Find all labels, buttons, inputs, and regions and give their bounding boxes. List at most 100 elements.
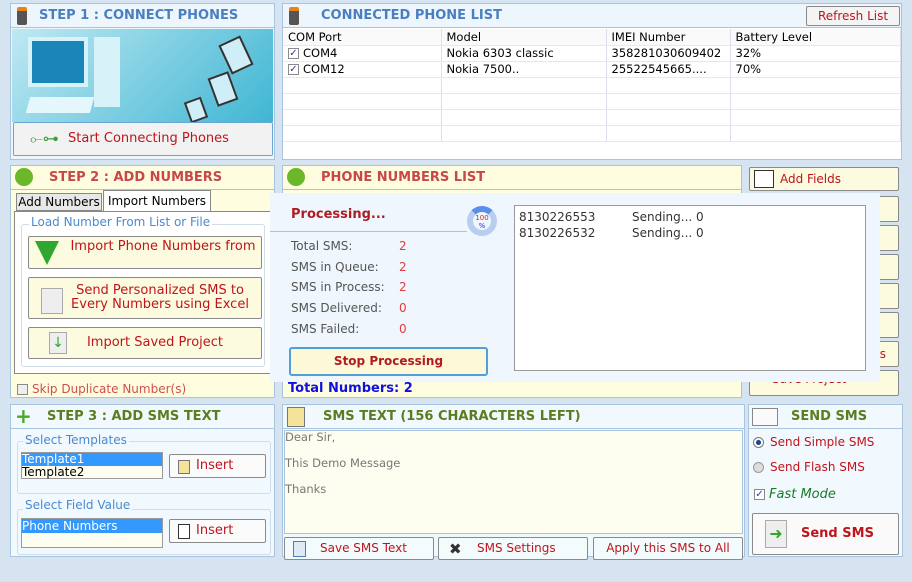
sms-line: Thanks: [285, 482, 327, 496]
templates-list[interactable]: Template1 Template2: [21, 452, 163, 479]
total-sms-value: 2: [399, 239, 407, 253]
skip-duplicate-checkbox[interactable]: Skip Duplicate Number(s): [17, 382, 186, 396]
import-phone-label: Import Phone Numbers from: [70, 239, 256, 254]
tab-add-numbers[interactable]: Add Numbers: [16, 193, 102, 211]
log-row: 8130226532 Sending... 0: [519, 226, 861, 242]
import-saved-project-button[interactable]: ↓ Import Saved Project: [28, 327, 262, 359]
load-number-group-label: Load Number From List or File: [29, 215, 213, 229]
sms-text-title: SMS TEXT (156 CHARACTERS LEFT): [323, 409, 581, 424]
step2-header: STEP 2 : ADD NUMBERS: [11, 166, 274, 190]
step3-title: STEP 3 : ADD SMS TEXT: [47, 409, 221, 424]
start-connecting-button[interactable]: ⟜⊶ Start Connecting Phones: [13, 122, 273, 156]
sms-text-panel: SMS TEXT (156 CHARACTERS LEFT) Dear Sir,…: [282, 404, 745, 560]
row-checkbox[interactable]: ✓: [288, 64, 299, 75]
column-header[interactable]: Battery Level: [730, 29, 901, 46]
fast-mode-checkbox[interactable]: ✓ Fast Mode: [754, 487, 836, 502]
send-simple-radio[interactable]: Send Simple SMS: [753, 435, 874, 449]
save-sms-text-button[interactable]: Save SMS Text: [284, 537, 434, 560]
processing-log[interactable]: 8130226553 Sending... 0 8130226532 Sending…: [514, 205, 866, 371]
connect-illustration: [12, 29, 273, 124]
fast-mode-label: Fast Mode: [769, 487, 836, 502]
log-number: 8130226532: [519, 226, 596, 240]
excel-line2: Every Numbers using Excel: [71, 297, 249, 312]
table-row[interactable]: ✓ COM12 Nokia 7500.. 25522545665.... 70%: [283, 61, 901, 78]
stop-processing-button[interactable]: Stop Processing: [289, 347, 488, 376]
personalized-excel-button[interactable]: Send Personalized SMS to Every Numbers u…: [28, 277, 262, 319]
model: Nokia 7500..: [441, 61, 607, 78]
sms-delivered-value: 0: [399, 301, 407, 315]
imei: 358281030609402: [606, 45, 731, 62]
radio[interactable]: [753, 462, 764, 473]
computer-icon: [28, 37, 88, 87]
send-document-icon: ➜: [765, 520, 787, 548]
save-sms-label: Save SMS Text: [320, 541, 407, 555]
sms-text-area[interactable]: Dear Sir, This Demo Message Thanks: [284, 430, 743, 534]
table-header: COM Port Model IMEI Number Battery Level: [283, 29, 901, 46]
mobile-phone-icon: [218, 35, 254, 75]
field-value-list[interactable]: Phone Numbers: [21, 518, 163, 548]
down-arrow-icon: [35, 241, 59, 265]
sms-process-label: SMS in Process:: [291, 280, 385, 294]
sms-delivered-label: SMS Delivered:: [291, 301, 382, 315]
column-header[interactable]: COM Port: [283, 29, 442, 46]
add-fields-button[interactable]: Add Fields: [749, 167, 899, 191]
log-status: Sending... 0: [632, 226, 704, 240]
column-header[interactable]: IMEI Number: [606, 29, 731, 46]
processing-title: Processing...: [291, 207, 386, 222]
send-sms-title: SEND SMS: [791, 409, 868, 424]
total-sms-label: Total SMS:: [291, 239, 353, 253]
divider: [270, 231, 467, 232]
sms-process-value: 2: [399, 280, 407, 294]
com-port: COM12: [303, 62, 345, 76]
total-numbers-value: 2: [403, 381, 413, 396]
processing-dialog: Processing... 100 % Total SMS: 2 SMS in …: [270, 193, 880, 382]
table-row[interactable]: ✓ COM4 Nokia 6303 classic 358281030609402…: [283, 45, 901, 62]
sms-settings-button[interactable]: ✖ SMS Settings: [438, 537, 588, 560]
add-fields-label: Add Fields: [780, 172, 841, 186]
send-simple-label: Send Simple SMS: [770, 435, 875, 449]
import-file-icon: ↓: [49, 332, 67, 354]
save-icon: [293, 541, 306, 557]
phone-icon: [289, 7, 299, 25]
skip-duplicate-label: Skip Duplicate Number(s): [32, 382, 187, 396]
insert-template-button[interactable]: Insert: [169, 454, 266, 478]
send-sms-label: Send SMS: [801, 526, 874, 541]
excel-line1: Send Personalized SMS to: [76, 283, 244, 298]
connected-phones-title: CONNECTED PHONE LIST: [321, 8, 502, 23]
document-icon: [41, 288, 63, 314]
column-header[interactable]: Model: [441, 29, 607, 46]
row-checkbox[interactable]: ✓: [288, 48, 299, 59]
add-document-icon: +: [15, 404, 32, 428]
sms-failed-value: 0: [399, 322, 407, 336]
hand-phone-icon: [287, 168, 305, 186]
phone-icon: [17, 7, 27, 25]
send-flash-radio[interactable]: Send Flash SMS: [753, 460, 865, 474]
insert-field-button[interactable]: Insert: [169, 519, 266, 543]
step2-panel: STEP 2 : ADD NUMBERS Add Numbers Import …: [10, 165, 275, 398]
sms-failed-label: SMS Failed:: [291, 322, 360, 336]
step3-header: + STEP 3 : ADD SMS TEXT: [11, 405, 274, 429]
field-item[interactable]: Phone Numbers: [22, 519, 162, 533]
send-sms-panel: SEND SMS Send Simple SMS Send Flash SMS …: [748, 404, 903, 557]
tab-import-numbers[interactable]: Import Numbers: [103, 190, 211, 212]
step1-title: STEP 1 : CONNECT PHONES: [39, 8, 239, 23]
step3-panel: + STEP 3 : ADD SMS TEXT Select Templates…: [10, 404, 275, 557]
field-value-label: Select Field Value: [23, 498, 133, 512]
send-sms-button[interactable]: ➜ Send SMS: [752, 513, 899, 555]
checkbox[interactable]: [17, 384, 28, 395]
template-item[interactable]: Template2: [22, 466, 162, 479]
sms-settings-label: SMS Settings: [477, 541, 556, 555]
battery: 32%: [730, 45, 901, 62]
import-phone-numbers-button[interactable]: Import Phone Numbers from: [28, 236, 262, 269]
tools-icon: ✖: [449, 540, 462, 558]
side-button-label: s: [879, 347, 886, 361]
send-flash-label: Send Flash SMS: [770, 460, 865, 474]
mobile-phone-icon: [183, 96, 209, 124]
hand-phone-icon: [15, 168, 33, 186]
sms-queue-value: 2: [399, 260, 407, 274]
sms-text-header: SMS TEXT (156 CHARACTERS LEFT): [283, 405, 744, 429]
checkbox[interactable]: ✓: [754, 489, 765, 500]
refresh-list-button[interactable]: Refresh List: [806, 6, 900, 26]
apply-sms-all-button[interactable]: Apply this SMS to All: [593, 537, 743, 560]
radio[interactable]: [753, 437, 764, 448]
